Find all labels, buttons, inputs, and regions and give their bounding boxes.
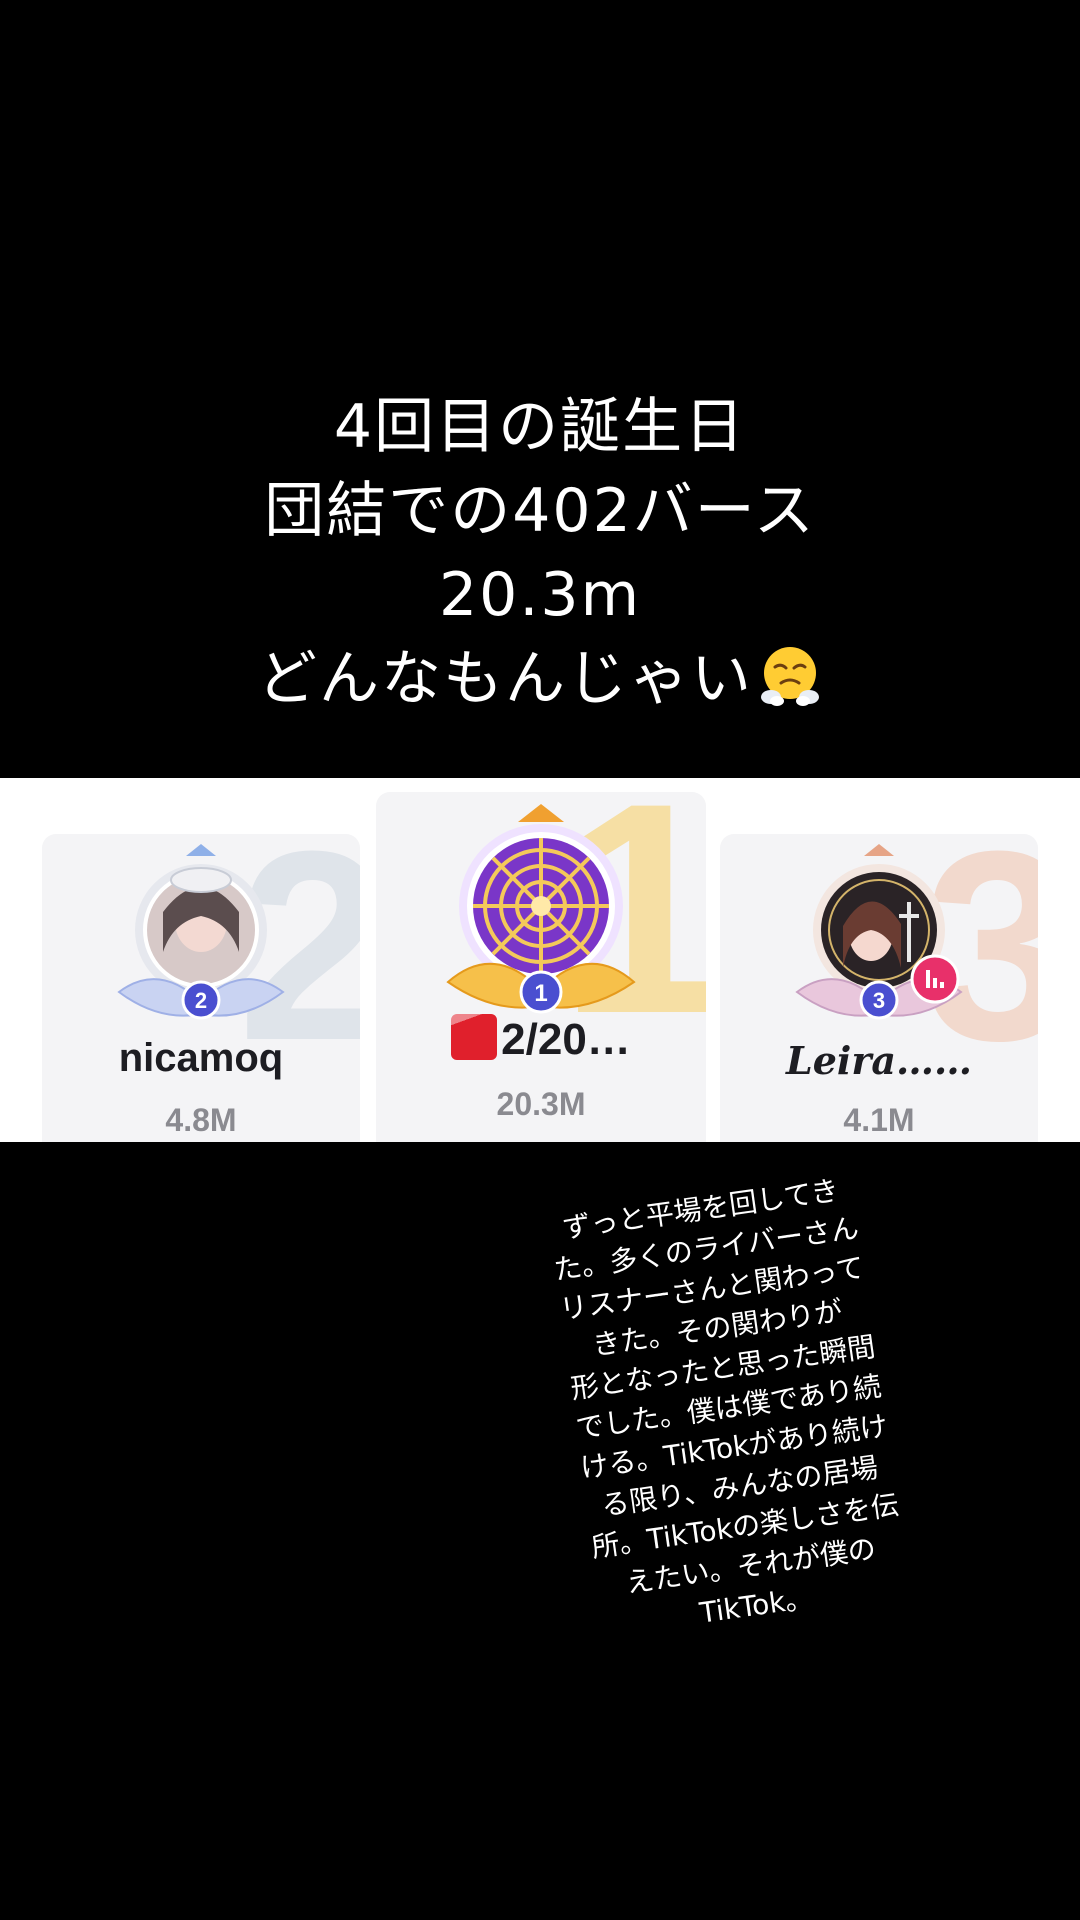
story-caption: ずっと平場を回してき た。多くのライバーさん リスナーさんと関わって きた。その… xyxy=(500,1162,957,1653)
leaderboard-card-rank-3[interactable]: 3 3 Leira…… 4.1M xyxy=(720,834,1038,1142)
steam-face-emoji-icon xyxy=(761,647,819,706)
svg-text:1: 1 xyxy=(534,980,547,1007)
gold-frame-avatar-icon: 1 xyxy=(446,804,636,1014)
svg-text:2: 2 xyxy=(195,988,207,1013)
rank-1-username-text: 2/20… xyxy=(501,1015,631,1064)
red-square-emoji-icon xyxy=(451,1014,498,1060)
headline: 4回目の誕生日 団結での402バース 20.3m どんなもんじゃい xyxy=(0,385,1080,721)
headline-line-3: 20.3m xyxy=(438,560,642,630)
leaderboard: 2 2 nicamoq 4.8M 1 1 2/20… 20.3M 3 3 Lei… xyxy=(0,778,1080,1142)
rank-2-avatar[interactable]: 2 xyxy=(101,842,301,1032)
headline-line-1: 4回目の誕生日 xyxy=(333,392,747,462)
rank-2-score: 4.8M xyxy=(165,1102,237,1138)
headline-line-2: 団結での402バース xyxy=(264,476,816,546)
rank-1-score: 20.3M xyxy=(496,1086,586,1122)
rank-1-username: 2/20… xyxy=(376,1014,706,1065)
headline-line-4: どんなもんじゃい xyxy=(0,637,1080,721)
live-audio-badge-icon[interactable] xyxy=(910,954,960,1004)
svg-text:3: 3 xyxy=(873,988,885,1013)
silver-frame-avatar-icon: 2 xyxy=(117,844,285,1020)
headline-line-4-text: どんなもんじゃい xyxy=(257,644,753,714)
leaderboard-card-rank-2[interactable]: 2 2 nicamoq 4.8M xyxy=(42,834,360,1142)
leaderboard-card-rank-1[interactable]: 1 1 2/20… 20.3M xyxy=(376,792,706,1142)
rank-1-avatar[interactable]: 1 xyxy=(426,802,656,1032)
rank-2-username: nicamoq xyxy=(118,1036,284,1080)
rank-3-score: 4.1M xyxy=(843,1102,915,1138)
rank-3-username: Leira…… xyxy=(786,1038,972,1083)
